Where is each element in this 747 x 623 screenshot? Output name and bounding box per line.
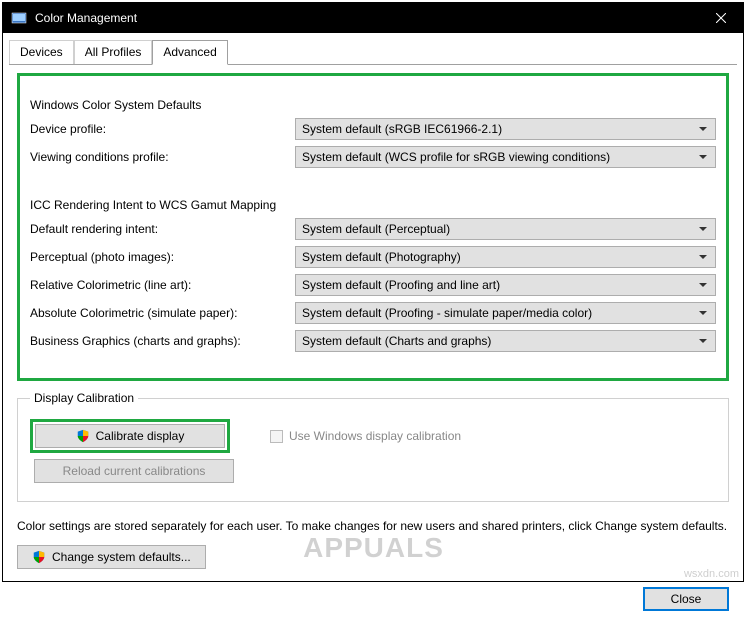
use-windows-calibration-checkbox[interactable]: Use Windows display calibration [270,429,461,443]
tab-strip: Devices All Profiles Advanced [3,35,743,64]
titlebar: Color Management [3,3,743,33]
highlighted-settings-region: Windows Color System Defaults Device pro… [17,73,729,381]
window-close-button[interactable] [698,3,743,33]
dialog-button-bar: Close [3,579,743,623]
perceptual-select[interactable]: System default (Photography) [295,246,716,268]
calibrate-button-highlight: Calibrate display [30,419,230,453]
change-system-defaults-button[interactable]: Change system defaults... [17,545,206,569]
tab-content-advanced: Windows Color System Defaults Device pro… [3,65,743,579]
close-button[interactable]: Close [643,587,729,611]
tab-advanced[interactable]: Advanced [152,40,227,65]
close-button-label: Close [671,592,702,606]
relative-colorimetric-label: Relative Colorimetric (line art): [30,278,285,292]
use-windows-calibration-label: Use Windows display calibration [289,429,461,443]
app-icon [11,10,27,26]
device-profile-value: System default (sRGB IEC61966-2.1) [302,122,502,136]
viewing-conditions-label: Viewing conditions profile: [30,150,285,164]
device-profile-select[interactable]: System default (sRGB IEC61966-2.1) [295,118,716,140]
window-title: Color Management [35,11,698,25]
close-icon [716,13,726,23]
relative-colorimetric-value: System default (Proofing and line art) [302,278,500,292]
default-rendering-intent-select[interactable]: System default (Perceptual) [295,218,716,240]
color-management-window: Color Management Devices All Profiles Ad… [2,2,744,582]
calibrate-display-button[interactable]: Calibrate display [35,424,225,448]
uac-shield-icon [32,550,46,564]
calibrate-display-label: Calibrate display [96,429,185,443]
default-rendering-intent-value: System default (Perceptual) [302,222,450,236]
footer-info-text: Color settings are stored separately for… [17,518,729,535]
perceptual-label: Perceptual (photo images): [30,250,285,264]
default-rendering-intent-label: Default rendering intent: [30,222,285,236]
business-graphics-value: System default (Charts and graphs) [302,334,491,348]
group-display-calibration: Display Calibration Calibrate display Us… [17,391,729,502]
viewing-conditions-select[interactable]: System default (WCS profile for sRGB vie… [295,146,716,168]
group-title-display-calibration: Display Calibration [30,391,138,405]
reload-calibrations-label: Reload current calibrations [63,464,206,478]
checkbox-box [270,430,283,443]
perceptual-value: System default (Photography) [302,250,461,264]
group-windows-color-defaults: Windows Color System Defaults Device pro… [30,84,716,174]
absolute-colorimetric-value: System default (Proofing - simulate pape… [302,306,592,320]
tab-all-profiles[interactable]: All Profiles [74,40,153,65]
business-graphics-select[interactable]: System default (Charts and graphs) [295,330,716,352]
absolute-colorimetric-label: Absolute Colorimetric (simulate paper): [30,306,285,320]
device-profile-label: Device profile: [30,122,285,136]
tab-devices[interactable]: Devices [9,40,74,65]
change-system-defaults-label: Change system defaults... [52,550,191,564]
group-title-wcs-defaults: Windows Color System Defaults [30,98,716,112]
reload-calibrations-button: Reload current calibrations [34,459,234,483]
group-title-icc-rendering: ICC Rendering Intent to WCS Gamut Mappin… [30,198,716,212]
uac-shield-icon [76,429,90,443]
group-icc-rendering-intent: ICC Rendering Intent to WCS Gamut Mappin… [30,184,716,358]
business-graphics-label: Business Graphics (charts and graphs): [30,334,285,348]
viewing-conditions-value: System default (WCS profile for sRGB vie… [302,150,610,164]
relative-colorimetric-select[interactable]: System default (Proofing and line art) [295,274,716,296]
absolute-colorimetric-select[interactable]: System default (Proofing - simulate pape… [295,302,716,324]
